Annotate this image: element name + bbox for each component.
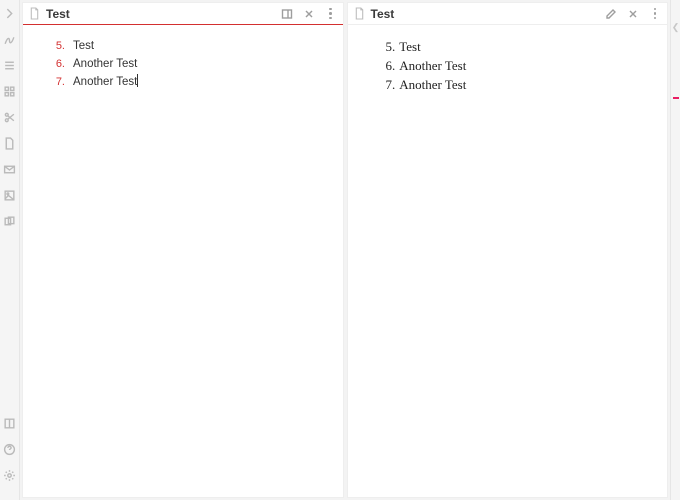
cards-icon[interactable]: [3, 214, 17, 228]
editor-list-item[interactable]: 7. Another Test: [51, 73, 325, 91]
preview-body: 5.Test6.Another Test7.Another Test: [348, 25, 668, 497]
editor-list-item[interactable]: 6. Another Test: [51, 55, 325, 73]
text-caret: [137, 74, 138, 87]
help-icon[interactable]: [3, 442, 17, 456]
settings-icon[interactable]: [3, 468, 17, 482]
editor-panel-header: Test: [23, 3, 343, 25]
list-icon[interactable]: [3, 58, 17, 72]
page-icon[interactable]: [3, 136, 17, 150]
left-icon-rail: [0, 0, 20, 500]
editor-list-text[interactable]: Another Test: [73, 55, 137, 73]
close-icon[interactable]: [301, 6, 317, 22]
preview-list-item: 5.Test: [386, 37, 650, 56]
accent-marker: [673, 97, 679, 99]
preview-panel: Test 5.Test6.Another Test7.Another Test: [347, 2, 669, 498]
editor-list-number: 6.: [51, 55, 65, 73]
split-panels: Test 5.Test6.Another Test7.Another Test …: [20, 0, 670, 500]
layout-icon[interactable]: [279, 6, 295, 22]
chevron-right-icon[interactable]: [3, 6, 17, 20]
preview-list-number: 7.: [386, 75, 396, 94]
editor-list-item[interactable]: 5. Test: [51, 37, 325, 55]
acrobat-icon[interactable]: [3, 32, 17, 46]
editor-list-text[interactable]: Another Test: [73, 73, 138, 91]
preview-list-text: Test: [399, 37, 420, 56]
editor-panel: Test 5. Test 6. Another Test 7. Another Test: [22, 2, 344, 498]
preview-list: 5.Test6.Another Test7.Another Test: [376, 37, 650, 94]
book-icon[interactable]: [3, 416, 17, 430]
preview-list-item: 6.Another Test: [386, 56, 650, 75]
preview-list-number: 6.: [386, 56, 396, 75]
editor-list-number: 5.: [51, 37, 65, 55]
document-icon: [29, 7, 40, 20]
close-icon[interactable]: [625, 6, 641, 22]
chevron-left-icon[interactable]: ❮: [672, 22, 680, 33]
mail-icon[interactable]: [3, 162, 17, 176]
editor-list[interactable]: 5. Test 6. Another Test 7. Another Test: [51, 37, 325, 91]
editor-body[interactable]: 5. Test 6. Another Test 7. Another Test: [23, 25, 343, 497]
more-icon[interactable]: [647, 6, 663, 22]
image-icon[interactable]: [3, 188, 17, 202]
right-handle: ❮: [670, 0, 680, 500]
editor-list-number: 7.: [51, 73, 65, 91]
grid-icon[interactable]: [3, 84, 17, 98]
preview-panel-header: Test: [348, 3, 668, 25]
document-icon: [354, 7, 365, 20]
preview-title: Test: [371, 7, 395, 21]
more-icon[interactable]: [323, 6, 339, 22]
preview-list-text: Another Test: [399, 75, 466, 94]
scissors-icon[interactable]: [3, 110, 17, 124]
editor-title: Test: [46, 7, 70, 21]
edit-icon[interactable]: [603, 6, 619, 22]
editor-list-text[interactable]: Test: [73, 37, 94, 55]
preview-list-item: 7.Another Test: [386, 75, 650, 94]
preview-list-text: Another Test: [399, 56, 466, 75]
preview-list-number: 5.: [386, 37, 396, 56]
